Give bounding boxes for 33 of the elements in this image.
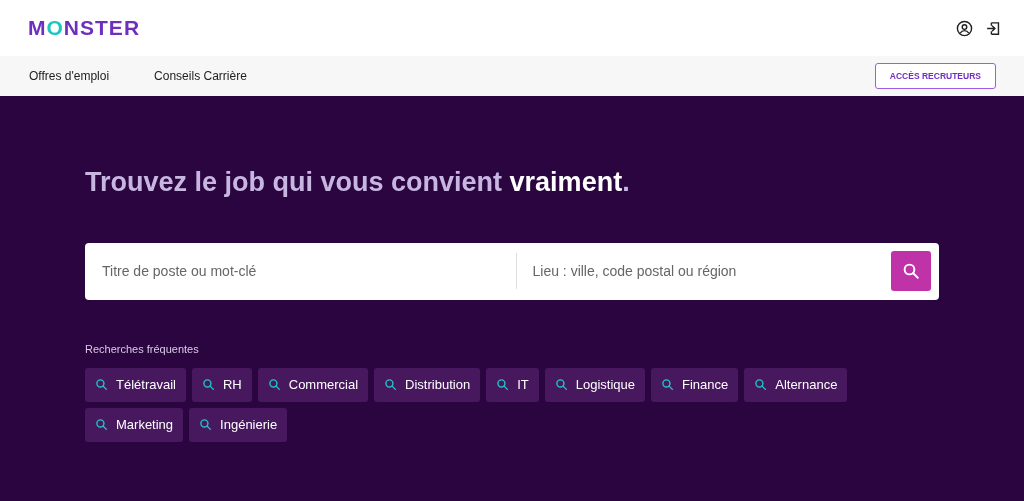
- frequent-searches-label: Recherches fréquentes: [85, 341, 199, 357]
- search-chip[interactable]: Commercial: [257, 367, 369, 402]
- location-input[interactable]: Lieu : ville, code postal ou région: [516, 253, 891, 289]
- search-icon: [201, 378, 215, 391]
- logo[interactable]: MONSTER: [28, 12, 141, 44]
- nav-link[interactable]: Conseils Carrière: [154, 67, 247, 85]
- headline: Trouvez le job qui vous convient vraiment.: [85, 166, 631, 199]
- search-icon: [902, 262, 920, 280]
- search-icon: [660, 378, 674, 391]
- search-icon: [496, 378, 510, 391]
- search-chip[interactable]: Télétravail: [85, 367, 186, 402]
- search-icon: [199, 418, 213, 431]
- keyword-field[interactable]: Titre de poste ou mot-clé: [85, 242, 517, 300]
- recruiter-button[interactable]: ACCÈS RECRUTEURS: [874, 63, 996, 89]
- location-field[interactable]: Lieu : ville, code postal ou région: [516, 242, 939, 300]
- search-chip[interactable]: Logistique: [544, 367, 645, 402]
- search-icon: [554, 378, 568, 391]
- search-icon: [384, 378, 398, 391]
- search-chip[interactable]: Alternance: [744, 367, 848, 402]
- search-icon: [95, 378, 108, 391]
- search-icon: [267, 378, 281, 391]
- user-icon[interactable]: [956, 19, 973, 37]
- search-chip[interactable]: Distribution: [374, 367, 481, 402]
- search-button[interactable]: [891, 251, 931, 291]
- search-chip[interactable]: IT: [486, 367, 539, 402]
- search-chip[interactable]: RH: [191, 367, 252, 402]
- search-icon: [754, 378, 768, 391]
- sign-in-icon[interactable]: [985, 19, 1002, 37]
- search-chip[interactable]: Marketing: [85, 407, 184, 442]
- search-icon: [95, 418, 108, 431]
- search-chip[interactable]: Finance: [650, 367, 739, 402]
- nav-link[interactable]: Offres d'emploi: [29, 67, 110, 85]
- search-chip[interactable]: Ingénierie: [189, 407, 288, 442]
